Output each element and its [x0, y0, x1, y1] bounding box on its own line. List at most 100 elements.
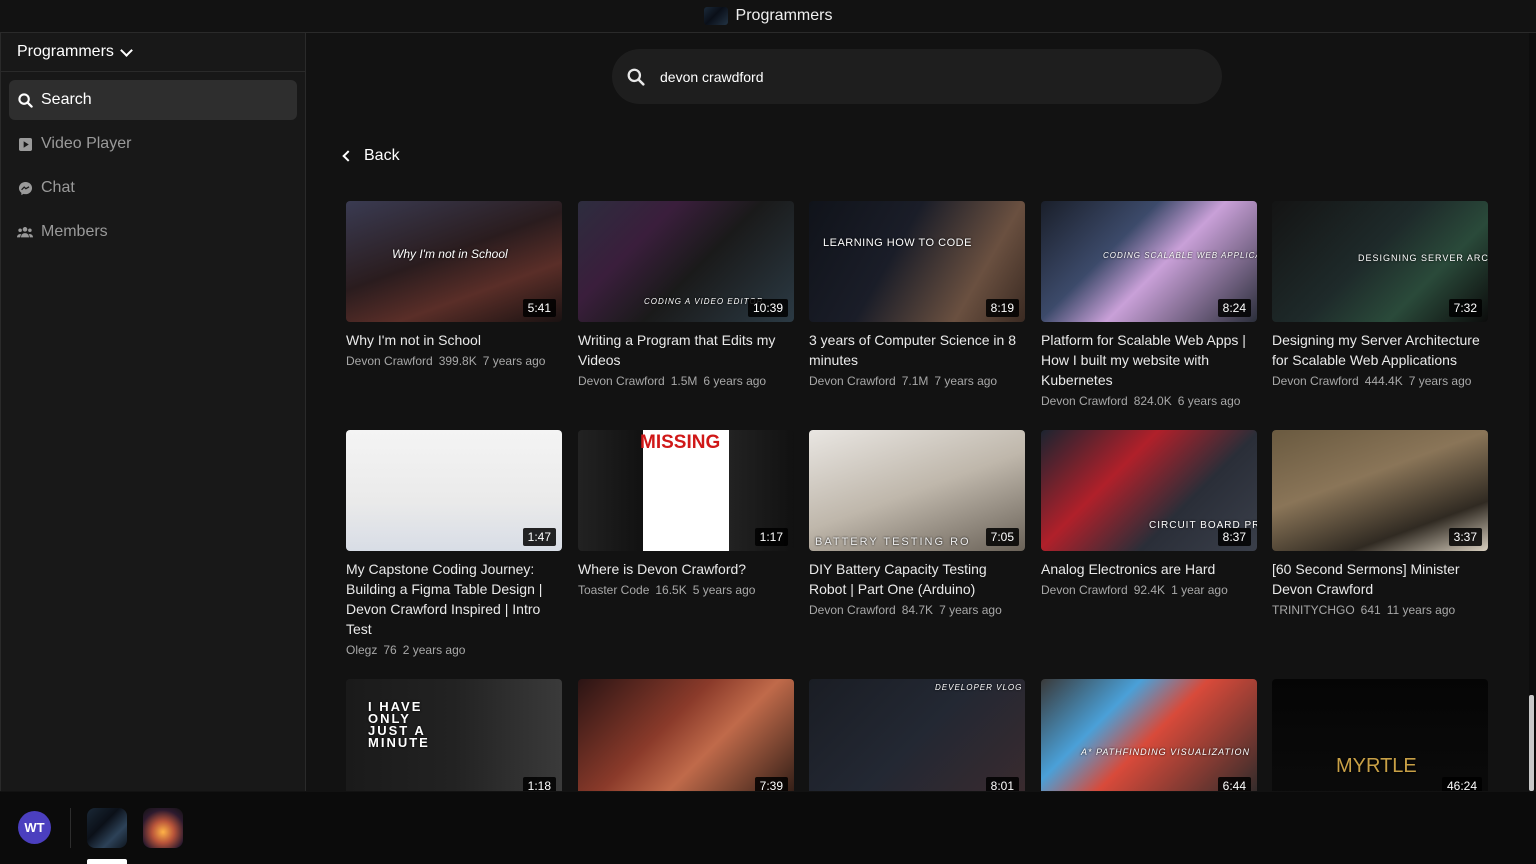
- sidebar-item-video-player[interactable]: Video Player: [9, 124, 297, 164]
- video-thumbnail[interactable]: I HAVE ONLY JUST A MINUTE 1:18: [346, 679, 562, 791]
- video-channel: TRINITYCHGO: [1272, 603, 1355, 617]
- video-card[interactable]: Why I'm not in School 5:41 Why I'm not in …: [346, 201, 562, 368]
- people-icon: [17, 224, 33, 240]
- window-title: Programmers: [735, 7, 833, 24]
- video-card[interactable]: DESIGNING SERVER ARCHITECTURE 7:32 Designi…: [1272, 201, 1488, 388]
- video-age: 6 years ago: [703, 374, 767, 388]
- video-title[interactable]: My Capstone Coding Journey: Building a F…: [346, 559, 562, 639]
- video-views: 92.4K: [1133, 583, 1166, 597]
- video-views: 1.5M: [670, 374, 698, 388]
- video-card[interactable]: MISSING 1:17 Where is Devon Crawford? Toast…: [578, 430, 794, 597]
- video-age: 7 years ago: [934, 374, 998, 388]
- thumbnail-overlay-text: MYRTLE: [1336, 755, 1417, 777]
- video-card[interactable]: DEVELOPER VLOG 8:01: [809, 679, 1025, 791]
- sidebar-item-members[interactable]: Members: [9, 212, 297, 252]
- group-avatar: [703, 7, 728, 25]
- duration-badge: 7:05: [985, 528, 1019, 546]
- video-card[interactable]: BATTERY TESTING RO 7:05 DIY Battery Capaci…: [809, 430, 1025, 617]
- video-age: 1 year ago: [1171, 583, 1228, 597]
- video-views: 7.1M: [901, 374, 929, 388]
- video-thumbnail[interactable]: DESIGNING SERVER ARCHITECTURE 7:32: [1272, 201, 1488, 322]
- search-icon: [17, 92, 33, 108]
- video-meta: Toaster Code 16.5K 5 years ago: [578, 583, 794, 597]
- video-channel: Devon Crawford: [809, 374, 896, 388]
- video-title[interactable]: [60 Second Sermons] Minister Devon Crawf…: [1272, 559, 1488, 599]
- group-tab-programmers[interactable]: [87, 808, 127, 848]
- video-meta: Devon Crawford 7.1M 7 years ago: [809, 374, 1025, 388]
- video-card[interactable]: I HAVE ONLY JUST A MINUTE 1:18: [346, 679, 562, 791]
- video-card[interactable]: 7:39: [578, 679, 794, 791]
- duration-badge: 8:01: [985, 777, 1019, 791]
- video-thumbnail[interactable]: Why I'm not in School 5:41: [346, 201, 562, 322]
- video-thumbnail[interactable]: 1:47: [346, 430, 562, 551]
- video-meta: Devon Crawford 1.5M 6 years ago: [578, 374, 794, 388]
- duration-badge: 10:39: [747, 299, 788, 317]
- duration-badge: 1:47: [522, 528, 556, 546]
- video-thumbnail[interactable]: BATTERY TESTING RO 7:05: [809, 430, 1025, 551]
- video-thumbnail[interactable]: LEARNING HOW TO CODE 8:19: [809, 201, 1025, 322]
- video-thumbnail[interactable]: CODING A VIDEO EDITOR 10:39: [578, 201, 794, 322]
- video-thumbnail[interactable]: DEVELOPER VLOG 8:01: [809, 679, 1025, 791]
- video-age: 6 years ago: [1177, 394, 1241, 408]
- active-tab-indicator: [87, 859, 127, 864]
- video-title[interactable]: Analog Electronics are Hard: [1041, 559, 1257, 579]
- video-title[interactable]: Platform for Scalable Web Apps | How I b…: [1041, 330, 1257, 390]
- duration-badge: 8:37: [1217, 528, 1251, 546]
- divider: [70, 808, 71, 848]
- back-button[interactable]: Back: [341, 145, 400, 167]
- scrollbar-thumb[interactable]: [1529, 695, 1534, 791]
- video-thumbnail[interactable]: CIRCUIT BOARD PROTOTYPE8:37: [1041, 430, 1257, 551]
- video-views: 84.7K: [901, 603, 934, 617]
- video-meta: Devon Crawford 84.7K 7 years ago: [809, 603, 1025, 617]
- video-meta: Olegz 76 2 years ago: [346, 643, 562, 657]
- thumbnail-overlay-text: DESIGNING SERVER ARCHITECTURE: [1358, 253, 1488, 263]
- video-age: 2 years ago: [402, 643, 466, 657]
- thumbnail-overlay-text: MISSING: [640, 432, 721, 453]
- video-views: 16.5K: [655, 583, 687, 597]
- video-views: 76: [383, 643, 397, 657]
- sidebar-nav: Search Video Player Chat Members: [1, 72, 305, 264]
- video-title[interactable]: Where is Devon Crawford?: [578, 559, 794, 579]
- video-thumbnail[interactable]: A* PATHFINDING VISUALIZATION 6:44: [1041, 679, 1257, 791]
- video-channel: Olegz: [346, 643, 378, 657]
- video-age: 5 years ago: [692, 583, 756, 597]
- video-views: 399.8K: [438, 354, 477, 368]
- thumbnail-overlay-text: LEARNING HOW TO CODE: [823, 237, 972, 249]
- video-card[interactable]: MYRTLE 46:24: [1272, 679, 1488, 791]
- chevron-left-icon: [342, 150, 354, 162]
- thumbnail-overlay-text: BATTERY TESTING RO: [815, 536, 971, 548]
- video-card[interactable]: A* PATHFINDING VISUALIZATION 6:44: [1041, 679, 1257, 791]
- video-card[interactable]: 3:37 [60 Second Sermons] Minister Devon C…: [1272, 430, 1488, 617]
- video-card[interactable]: CIRCUIT BOARD PROTOTYPE8:37 Analog Electr…: [1041, 430, 1257, 597]
- video-title[interactable]: Writing a Program that Edits my Videos: [578, 330, 794, 370]
- duration-badge: 5:41: [522, 299, 556, 317]
- video-thumbnail[interactable]: 3:37: [1272, 430, 1488, 551]
- duration-badge: 7:32: [1448, 299, 1482, 317]
- duration-badge: 46:24: [1441, 777, 1482, 791]
- video-title[interactable]: DIY Battery Capacity Testing Robot | Par…: [809, 559, 1025, 599]
- video-meta: Devon Crawford 824.0K 6 years ago: [1041, 394, 1257, 408]
- video-card[interactable]: 1:47 My Capstone Coding Journey: Building…: [346, 430, 562, 657]
- video-card[interactable]: CODING SCALABLE WEB APPLICATIONS 8:24 Plat…: [1041, 201, 1257, 408]
- play-icon: [17, 136, 33, 152]
- sidebar-item-chat[interactable]: Chat: [9, 168, 297, 208]
- video-title[interactable]: Why I'm not in School: [346, 330, 562, 350]
- video-thumbnail[interactable]: MYRTLE 46:24: [1272, 679, 1488, 791]
- video-title[interactable]: Designing my Server Architecture for Sca…: [1272, 330, 1488, 370]
- app-logo[interactable]: WT: [18, 811, 51, 844]
- video-card[interactable]: LEARNING HOW TO CODE 8:19 3 years of Compu…: [809, 201, 1025, 388]
- group-name: Programmers: [17, 43, 114, 60]
- scrollbar-track[interactable]: [1529, 33, 1536, 791]
- video-thumbnail[interactable]: MISSING 1:17: [578, 430, 794, 551]
- video-card[interactable]: CODING A VIDEO EDITOR 10:39 Writing a Prog…: [578, 201, 794, 388]
- back-label: Back: [364, 147, 400, 164]
- bottom-bar: WT: [0, 792, 1536, 864]
- group-tab-other[interactable]: [143, 808, 183, 848]
- video-thumbnail[interactable]: 7:39: [578, 679, 794, 791]
- video-thumbnail[interactable]: CODING SCALABLE WEB APPLICATIONS 8:24: [1041, 201, 1257, 322]
- group-selector[interactable]: Programmers: [1, 33, 305, 72]
- search-input[interactable]: [658, 67, 1202, 86]
- video-title[interactable]: 3 years of Computer Science in 8 minutes: [809, 330, 1025, 370]
- sidebar: Programmers Search Video Player Chat Mem…: [0, 33, 306, 791]
- sidebar-item-search[interactable]: Search: [9, 80, 297, 120]
